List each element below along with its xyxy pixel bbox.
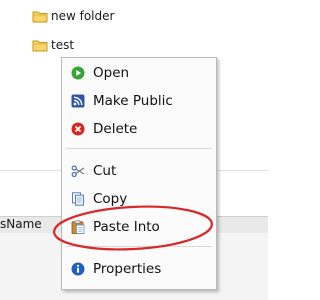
menu-item-delete[interactable]: Delete <box>62 118 216 140</box>
menu-item-make-public[interactable]: Make Public <box>62 90 216 112</box>
scissors-icon <box>71 164 85 178</box>
menu-item-label: Paste Into <box>93 219 160 235</box>
menu-item-open[interactable]: Open <box>62 62 216 84</box>
folder-icon <box>32 10 48 23</box>
folder-icon <box>32 39 48 52</box>
context-menu: Open Make Public Delete Cut Copy Paste I… <box>61 57 217 290</box>
menu-item-label: Open <box>93 65 130 81</box>
menu-item-paste-into[interactable]: Paste Into <box>62 216 216 238</box>
copy-icon <box>71 192 85 206</box>
rss-icon <box>71 94 85 108</box>
menu-divider <box>66 246 212 247</box>
menu-item-label: Delete <box>93 121 138 137</box>
tree-item-new-folder[interactable]: new folder <box>32 6 114 26</box>
menu-divider <box>66 148 212 149</box>
menu-item-properties[interactable]: Properties <box>62 258 216 280</box>
field-label: sName <box>0 217 42 231</box>
menu-item-label: Cut <box>93 163 117 179</box>
play-icon <box>71 66 85 80</box>
tree-item-label: new folder <box>51 9 115 23</box>
info-icon <box>71 262 85 276</box>
menu-item-label: Make Public <box>93 93 173 109</box>
menu-item-copy[interactable]: Copy <box>62 188 216 210</box>
paste-icon <box>71 220 85 234</box>
menu-item-label: Copy <box>93 191 128 207</box>
tree-item-label: test <box>51 38 75 52</box>
menu-item-label: Properties <box>93 261 162 277</box>
delete-icon <box>71 122 85 136</box>
menu-item-cut[interactable]: Cut <box>62 160 216 182</box>
tree-item-test[interactable]: test <box>32 35 74 55</box>
